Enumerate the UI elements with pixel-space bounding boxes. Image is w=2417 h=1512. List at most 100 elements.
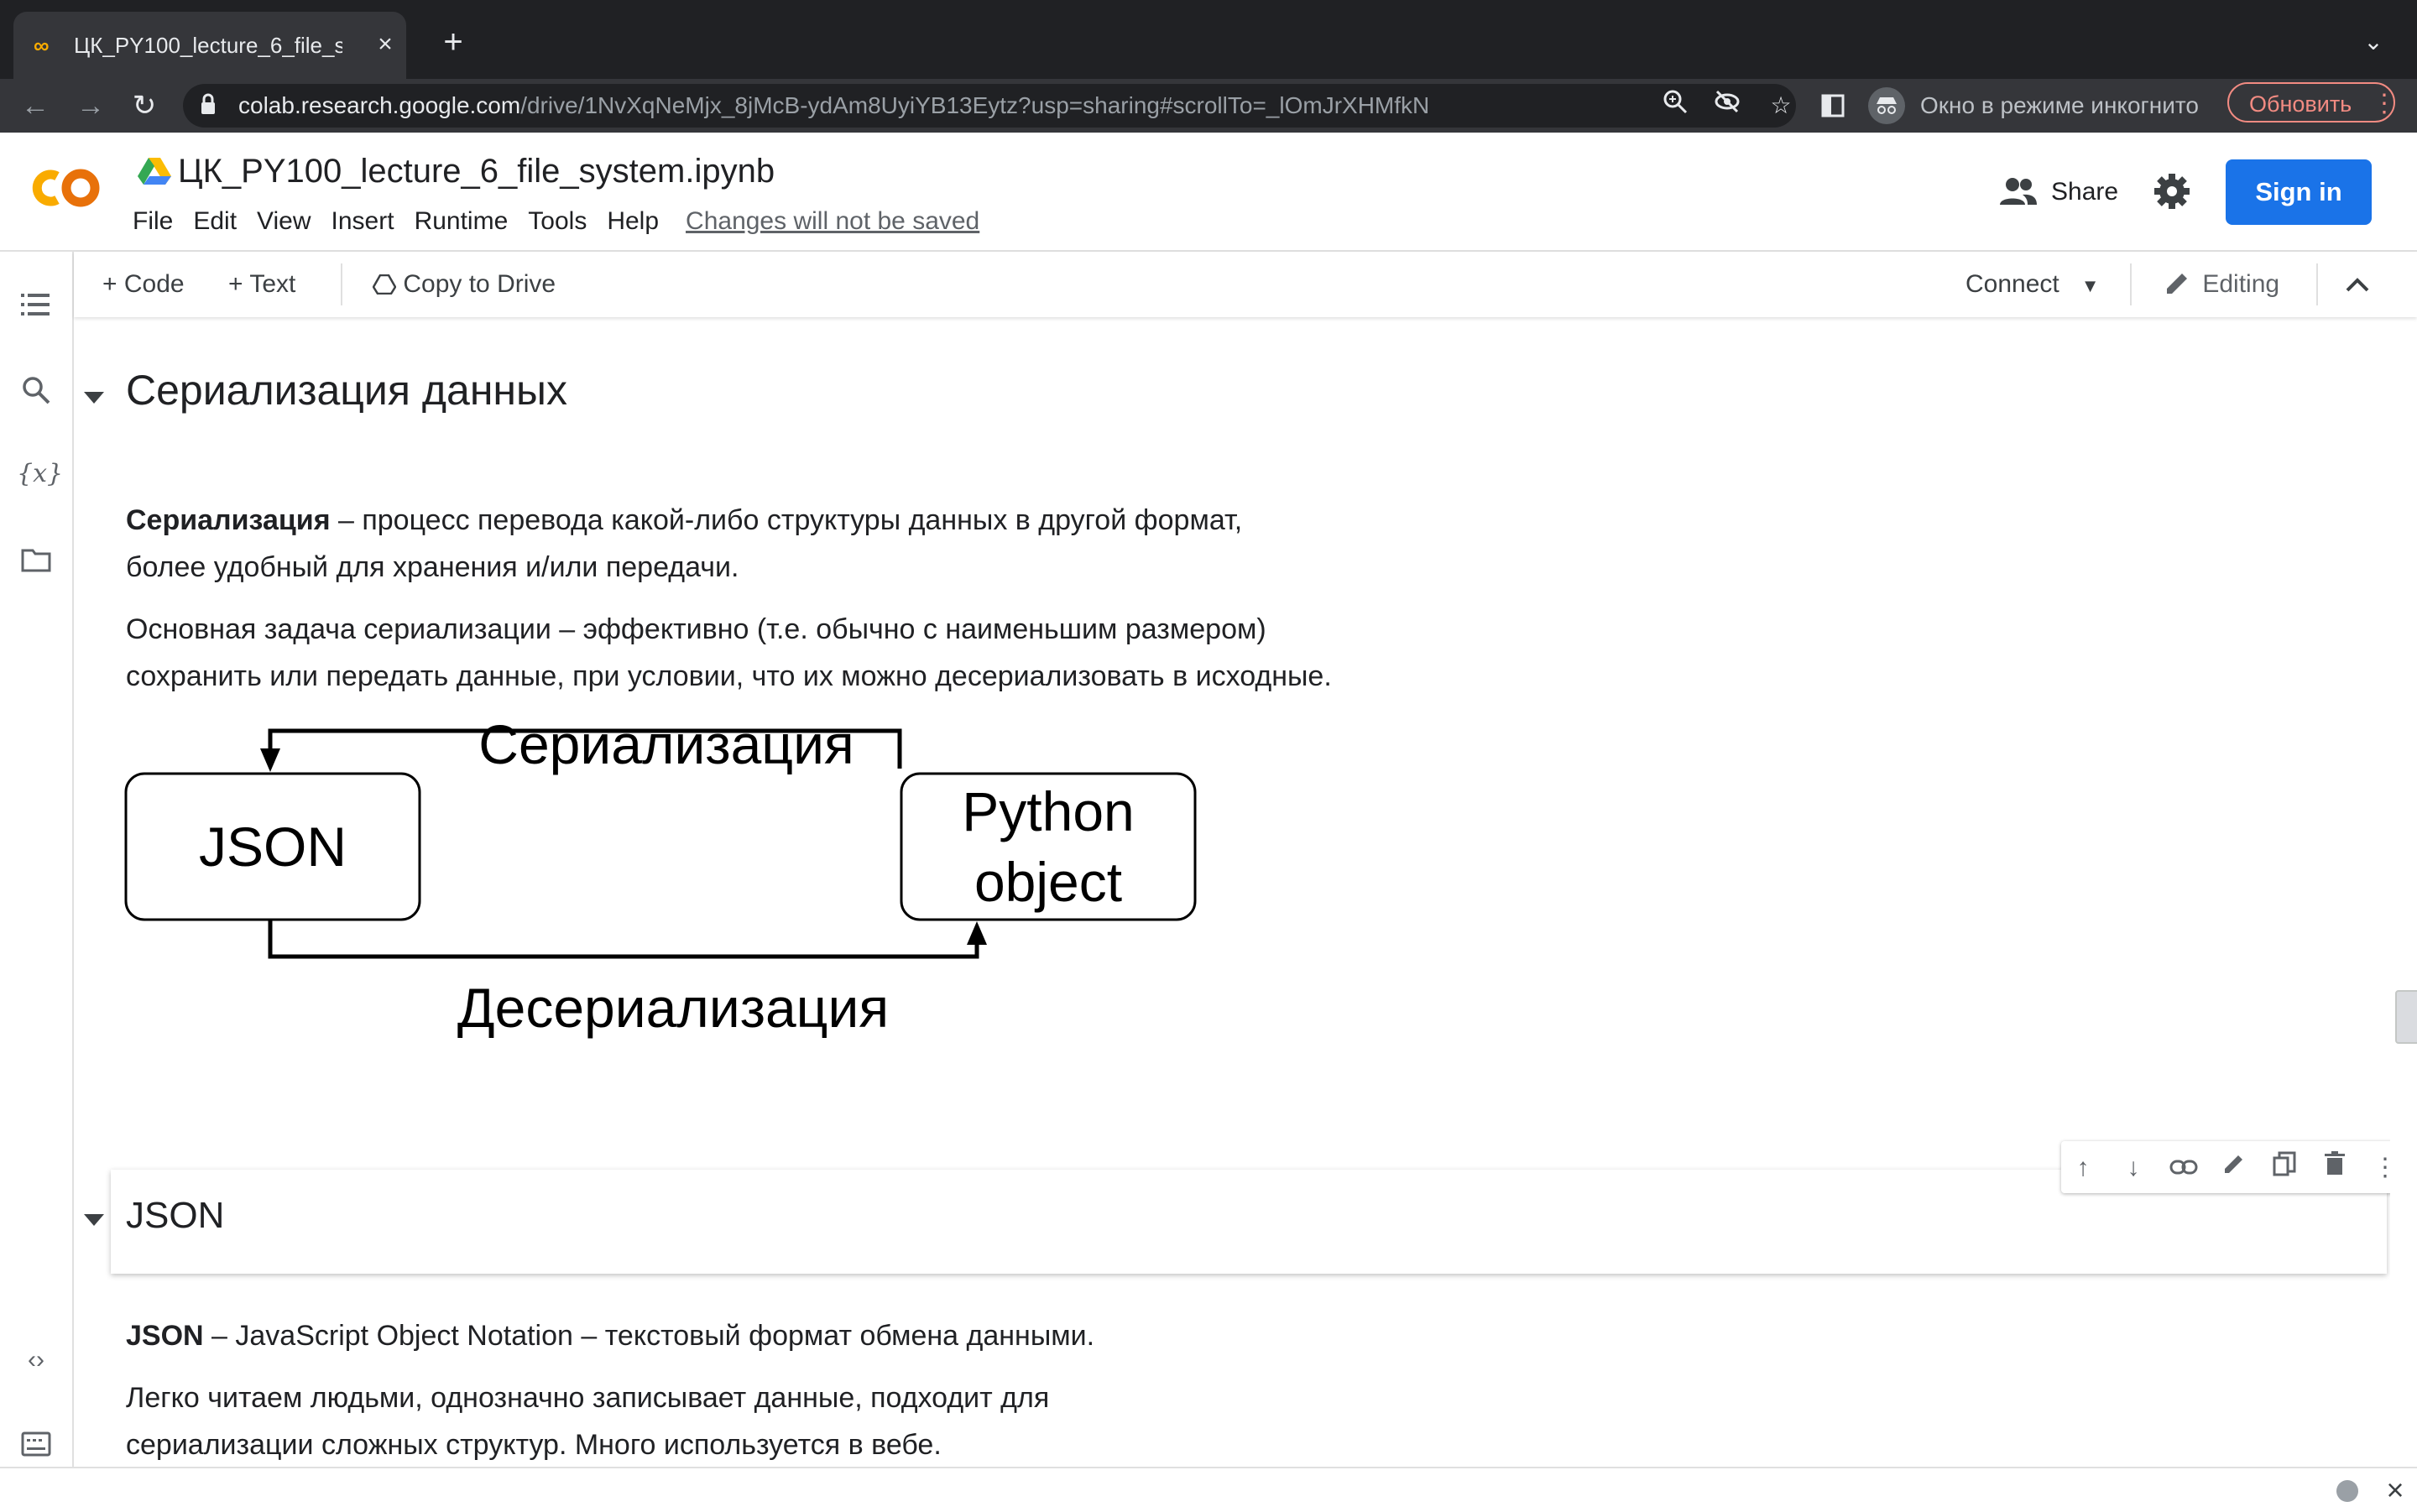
menu-insert[interactable]: Insert xyxy=(331,203,394,240)
colab-header: ЦК_PY100_lecture_6_file_system.ipynb Fil… xyxy=(0,133,2417,252)
paragraph-json-definition: JSON – JavaScript Object Notation – текс… xyxy=(126,1312,1553,1359)
toolbar-divider xyxy=(2130,263,2132,305)
diagram-bottom-label: Десериализация xyxy=(457,977,889,1039)
deserialization-arrow xyxy=(268,920,979,959)
share-button[interactable]: Share xyxy=(1999,171,2133,213)
python-box-line1: Python xyxy=(962,780,1134,842)
paragraph-serialization-goal: Основная задача сериализации – эффективн… xyxy=(126,606,1637,700)
incognito-indicator[interactable]: Окно в режиме инкогнито xyxy=(1868,86,2254,126)
diagram-top-label: Сериализация xyxy=(478,713,854,775)
cell-toolbar: ↑ ↓ ⋮ xyxy=(2061,1141,2390,1193)
close-icon[interactable]: × xyxy=(2380,1475,2410,1505)
paragraph-serialization-definition: Сериализация – процесс перевода какой-ли… xyxy=(126,497,1553,591)
new-tab-icon[interactable]: + xyxy=(435,23,472,60)
paragraph-text: – JavaScript Object Notation – текстовый… xyxy=(203,1320,1095,1352)
browser-toolbar: ← → ↻ colab.research.google.com/drive/1N… xyxy=(0,79,2417,133)
address-bar[interactable]: colab.research.google.com/drive/1NvXqNeM… xyxy=(183,84,1796,128)
move-cell-down-icon[interactable]: ↓ xyxy=(2117,1151,2150,1185)
python-box-line2: object xyxy=(974,851,1122,913)
changes-not-saved-link[interactable]: Changes will not be saved xyxy=(686,207,979,235)
scrollbar-thumb[interactable] xyxy=(2395,990,2417,1044)
url-path: /drive/1NvXqNeMjx_8jMcB-ydAm8UyiYB13Eytz… xyxy=(520,92,1430,118)
share-label: Share xyxy=(2051,178,2119,206)
add-text-label: Text xyxy=(249,270,296,298)
variables-icon[interactable]: {x} xyxy=(17,455,63,493)
side-panel-icon[interactable] xyxy=(1814,87,1851,124)
eye-off-icon[interactable] xyxy=(1710,89,1744,123)
browser-menu-icon[interactable]: ⋮ xyxy=(2372,86,2397,123)
folder-icon[interactable] xyxy=(17,540,55,579)
gear-icon[interactable] xyxy=(2152,171,2195,215)
lock-icon[interactable] xyxy=(200,92,220,119)
section-heading: Сериализация данных xyxy=(126,367,567,414)
reload-icon[interactable]: ↻ xyxy=(126,87,163,124)
close-tab-icon[interactable]: × xyxy=(371,30,399,59)
search-icon[interactable] xyxy=(17,371,55,409)
connect-button[interactable]: Connect ▼ xyxy=(1965,267,2100,302)
menu-runtime[interactable]: Runtime xyxy=(415,203,509,240)
paragraph-line: Основная задача сериализации – эффективн… xyxy=(126,613,1266,645)
bold-term: Сериализация xyxy=(126,504,331,536)
drive-outline-icon xyxy=(372,270,397,298)
menu-bar: File Edit View Insert Runtime Tools Help Change… xyxy=(123,203,979,240)
move-cell-up-icon[interactable]: ↑ xyxy=(2066,1151,2100,1185)
selected-heading-cell[interactable]: ↑ ↓ ⋮ xyxy=(111,1141,2390,1274)
command-palette-icon[interactable] xyxy=(17,1425,55,1463)
notebook-toolbar: + Code + Text Copy to Drive Connect ▼ Edi… xyxy=(74,252,2417,317)
zoom-icon[interactable] xyxy=(1658,89,1692,123)
menu-file[interactable]: File xyxy=(133,203,173,240)
paragraph-line: JSON – JavaScript Object Notation – текс… xyxy=(126,1312,1553,1359)
menu-help[interactable]: Help xyxy=(607,203,659,240)
url-text[interactable]: colab.research.google.com/drive/1NvXqNeM… xyxy=(238,89,1665,123)
table-of-contents-icon[interactable] xyxy=(17,285,55,324)
mirror-cell-icon[interactable] xyxy=(2268,1151,2301,1185)
left-sidebar: {x} ‹› xyxy=(0,252,74,1467)
google-drive-icon[interactable] xyxy=(138,156,171,186)
browser-tab[interactable]: ∞ ЦК_PY100_lecture_6_file_system.ipynb -… xyxy=(13,12,406,79)
sign-in-button[interactable]: Sign in xyxy=(2226,159,2372,225)
forward-arrow-icon[interactable]: → xyxy=(72,87,109,124)
paragraph-text: – процесс перевода какой-либо структуры … xyxy=(330,504,1243,536)
bold-term: JSON xyxy=(126,1320,204,1352)
notebook-content: Сериализация данных Сериализация – проце… xyxy=(74,319,2390,1467)
more-options-icon[interactable]: ⋮ xyxy=(2368,1151,2390,1185)
diagram-svg: Сериализация JSON Python object Десериал… xyxy=(124,713,1197,1039)
bookmark-star-icon[interactable]: ☆ xyxy=(1764,89,1798,123)
incognito-label: Окно в режиме инкогнито xyxy=(1920,92,2199,118)
plus-icon: + xyxy=(228,270,250,298)
update-browser-button[interactable]: Обновить xyxy=(2227,82,2395,123)
link-icon[interactable] xyxy=(2167,1151,2200,1185)
copy-to-drive-label: Copy to Drive xyxy=(403,270,556,298)
serialization-arrowhead xyxy=(260,748,280,772)
url-host: colab.research.google.com xyxy=(238,92,521,118)
add-code-button[interactable]: + Code xyxy=(102,267,185,302)
incognito-icon xyxy=(1868,87,1905,124)
section-heading: JSON xyxy=(126,1195,225,1236)
menu-tools[interactable]: Tools xyxy=(528,203,587,240)
collapse-chevron-up-icon[interactable] xyxy=(2345,267,2370,302)
copy-to-drive-button[interactable]: Copy to Drive xyxy=(372,267,556,302)
colab-logo-icon[interactable] xyxy=(25,163,106,213)
tab-search-chevron-icon[interactable]: ⌄ xyxy=(2357,25,2390,59)
paragraph-line: сериализации сложных структур. Много исп… xyxy=(126,1429,942,1461)
deserialization-arrowhead xyxy=(967,921,987,945)
menu-edit[interactable]: Edit xyxy=(193,203,237,240)
toolbar-divider xyxy=(2316,263,2318,305)
menu-view[interactable]: View xyxy=(257,203,311,240)
edit-pencil-icon[interactable] xyxy=(2217,1151,2251,1185)
toolbar-divider xyxy=(341,263,342,305)
editing-mode-button[interactable]: Editing xyxy=(2164,267,2279,302)
dropdown-arrow-icon: ▼ xyxy=(2080,275,2100,296)
colab-favicon-icon: ∞ xyxy=(34,33,50,58)
editing-label: Editing xyxy=(2202,270,2280,298)
back-arrow-icon[interactable]: ← xyxy=(17,87,54,124)
code-snippets-icon[interactable]: ‹› xyxy=(17,1341,55,1379)
collapse-section-caret-icon[interactable] xyxy=(84,1210,104,1230)
delete-trash-icon[interactable] xyxy=(2318,1151,2352,1185)
collapse-section-caret-icon[interactable] xyxy=(84,388,104,408)
add-text-button[interactable]: + Text xyxy=(228,267,295,302)
serialization-diagram: Сериализация JSON Python object Десериал… xyxy=(124,705,1299,1124)
plus-icon: + xyxy=(102,270,124,298)
notebook-title[interactable]: ЦК_PY100_lecture_6_file_system.ipynb xyxy=(178,149,1185,193)
connect-label: Connect xyxy=(1965,270,2059,298)
